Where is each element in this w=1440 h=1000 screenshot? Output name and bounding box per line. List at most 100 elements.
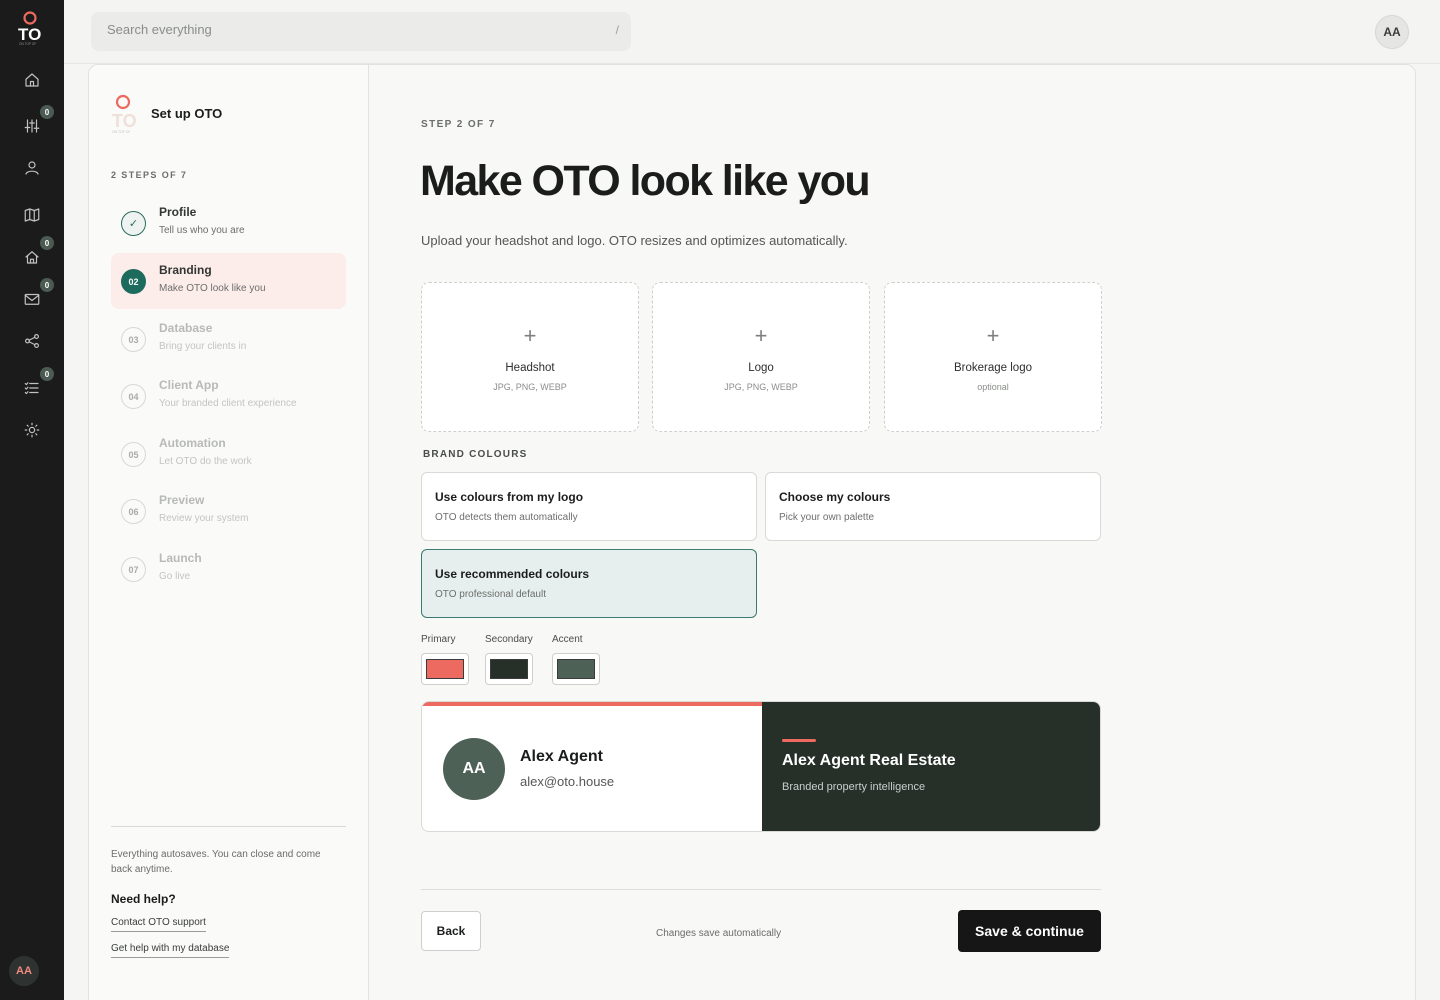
share-icon[interactable] xyxy=(22,331,42,351)
secondary-colour xyxy=(490,659,528,679)
preview-accent-bar xyxy=(782,739,816,742)
option-subtitle: Pick your own palette xyxy=(779,512,875,523)
primary-colour xyxy=(426,659,464,679)
step-title: Preview xyxy=(159,493,205,507)
primary-swatch[interactable] xyxy=(421,653,469,685)
step-launch[interactable]: 07 Launch Go live xyxy=(111,541,346,597)
upload-formats: JPG, PNG, WEBP xyxy=(724,382,798,392)
search-shortcut: / xyxy=(615,23,619,37)
step-subtitle: Make OTO look like you xyxy=(159,283,266,294)
step-number: 07 xyxy=(121,557,146,582)
steps-sidebar: TO ON TOP OF Set up OTO 2 STEPS OF 7 ✓ P… xyxy=(89,65,369,1000)
upload-title: Logo xyxy=(748,362,774,374)
step-title: Automation xyxy=(159,436,226,450)
step-title: Client App xyxy=(159,378,219,392)
option-title: Use colours from my logo xyxy=(435,490,584,504)
logo-upload[interactable]: + Logo JPG, PNG, WEBP xyxy=(652,282,870,432)
page-title: Make OTO look like you xyxy=(420,157,871,205)
preview-avatar: AA xyxy=(443,738,505,800)
page-description: Upload your headshot and logo. OTO resiz… xyxy=(421,233,848,248)
step-profile[interactable]: ✓ Profile Tell us who you are xyxy=(111,195,346,251)
left-rail: TO ON TOP OF 0 0 0 0 AA xyxy=(0,0,64,1000)
oto-logo[interactable]: TO ON TOP OF xyxy=(14,10,50,46)
plus-icon: + xyxy=(754,323,768,348)
step-subtitle: Bring your clients in xyxy=(159,341,247,352)
preview-email: alex@oto.house xyxy=(520,774,615,789)
panel-logo-tagline: ON TOP OF xyxy=(112,130,130,134)
step-number: 06 xyxy=(121,499,146,524)
accent-label: Accent xyxy=(552,634,583,645)
logo-tagline: ON TOP OF xyxy=(19,42,36,46)
sidebar-title: Set up OTO xyxy=(151,106,223,121)
upload-title: Headshot xyxy=(505,362,555,374)
brand-colours-heading: BRAND COLOURS xyxy=(423,449,528,460)
secondary-swatch[interactable] xyxy=(485,653,533,685)
settings-icon[interactable] xyxy=(22,420,42,440)
search-input[interactable] xyxy=(107,22,587,37)
preview-tagline: Branded property intelligence xyxy=(782,781,926,793)
oto-logo-small: TO ON TOP OF xyxy=(112,94,137,134)
preview-profile-card: AA Alex Agent alex@oto.house xyxy=(422,702,762,831)
house-icon[interactable] xyxy=(22,247,42,267)
sliders-badge: 0 xyxy=(40,105,54,119)
save-continue-button[interactable]: Save & continue xyxy=(958,910,1101,952)
option-title: Choose my colours xyxy=(779,490,891,504)
step-indicator: STEP 2 OF 7 xyxy=(421,119,496,130)
step-automation[interactable]: 05 Automation Let OTO do the work xyxy=(111,426,346,482)
option-recommended-colours[interactable]: Use recommended colours OTO professional… xyxy=(421,549,757,618)
back-button[interactable]: Back xyxy=(421,911,481,951)
step-number: 02 xyxy=(121,269,146,294)
headshot-upload[interactable]: + Headshot JPG, PNG, WEBP xyxy=(421,282,639,432)
autosave-note: Everything autosaves. You can close and … xyxy=(111,849,321,875)
rail-user-avatar[interactable]: AA xyxy=(9,956,39,986)
mail-badge: 0 xyxy=(40,278,54,292)
option-subtitle: OTO detects them automatically xyxy=(435,512,578,523)
step-preview[interactable]: 06 Preview Review your system xyxy=(111,483,346,539)
map-icon[interactable] xyxy=(22,205,42,225)
accent-swatch[interactable] xyxy=(552,653,600,685)
setup-card: TO ON TOP OF Set up OTO 2 STEPS OF 7 ✓ P… xyxy=(88,64,1416,1000)
preview-brand-name: Alex Agent Real Estate xyxy=(782,752,956,769)
user-icon[interactable] xyxy=(22,158,42,178)
upload-title: Brokerage logo xyxy=(954,362,1032,374)
preview-accent-strip xyxy=(422,702,762,706)
user-avatar[interactable]: AA xyxy=(1375,15,1409,49)
brand-preview: AA Alex Agent alex@oto.house Alex Agent … xyxy=(421,701,1101,832)
step-subtitle: Tell us who you are xyxy=(159,225,245,236)
step-title: Launch xyxy=(159,551,202,565)
step-branding[interactable]: 02 Branding Make OTO look like you xyxy=(111,253,346,309)
plus-icon: + xyxy=(523,323,537,348)
checklist-icon[interactable] xyxy=(22,378,42,398)
mail-icon[interactable] xyxy=(22,289,42,309)
checklist-badge: 0 xyxy=(40,367,54,381)
upload-optional: optional xyxy=(977,382,1009,392)
sliders-icon[interactable] xyxy=(22,116,42,136)
home-icon[interactable] xyxy=(22,70,42,90)
step-database[interactable]: 03 Database Bring your clients in xyxy=(111,311,346,367)
primary-label: Primary xyxy=(421,634,456,645)
step-subtitle: Let OTO do the work xyxy=(159,456,252,467)
option-logo-colours[interactable]: Use colours from my logo OTO detects the… xyxy=(421,472,757,541)
preview-brand-card: Alex Agent Real Estate Branded property … xyxy=(762,702,1100,831)
brokerage-logo-upload[interactable]: + Brokerage logo optional xyxy=(884,282,1102,432)
secondary-label: Secondary xyxy=(485,634,533,645)
step-title: Database xyxy=(159,321,213,335)
database-help-link[interactable]: Get help with my database xyxy=(111,943,230,958)
upload-formats: JPG, PNG, WEBP xyxy=(493,382,567,392)
step-client-app[interactable]: 04 Client App Your branded client experi… xyxy=(111,368,346,424)
step-number: 03 xyxy=(121,327,146,352)
accent-colour xyxy=(557,659,595,679)
step-number: 05 xyxy=(121,442,146,467)
check-icon: ✓ xyxy=(121,211,146,236)
search-box[interactable]: / xyxy=(91,12,631,51)
footer-divider xyxy=(421,889,1101,890)
option-title: Use recommended colours xyxy=(435,567,590,581)
autosave-status: Changes save automatically xyxy=(656,928,782,939)
step-subtitle: Your branded client experience xyxy=(159,398,297,409)
contact-support-link[interactable]: Contact OTO support xyxy=(111,917,206,932)
option-choose-colours[interactable]: Choose my colours Pick your own palette xyxy=(765,472,1101,541)
step-title: Branding xyxy=(159,263,212,277)
step-subtitle: Review your system xyxy=(159,513,249,524)
help-title: Need help? xyxy=(111,892,176,906)
step-number: 04 xyxy=(121,384,146,409)
